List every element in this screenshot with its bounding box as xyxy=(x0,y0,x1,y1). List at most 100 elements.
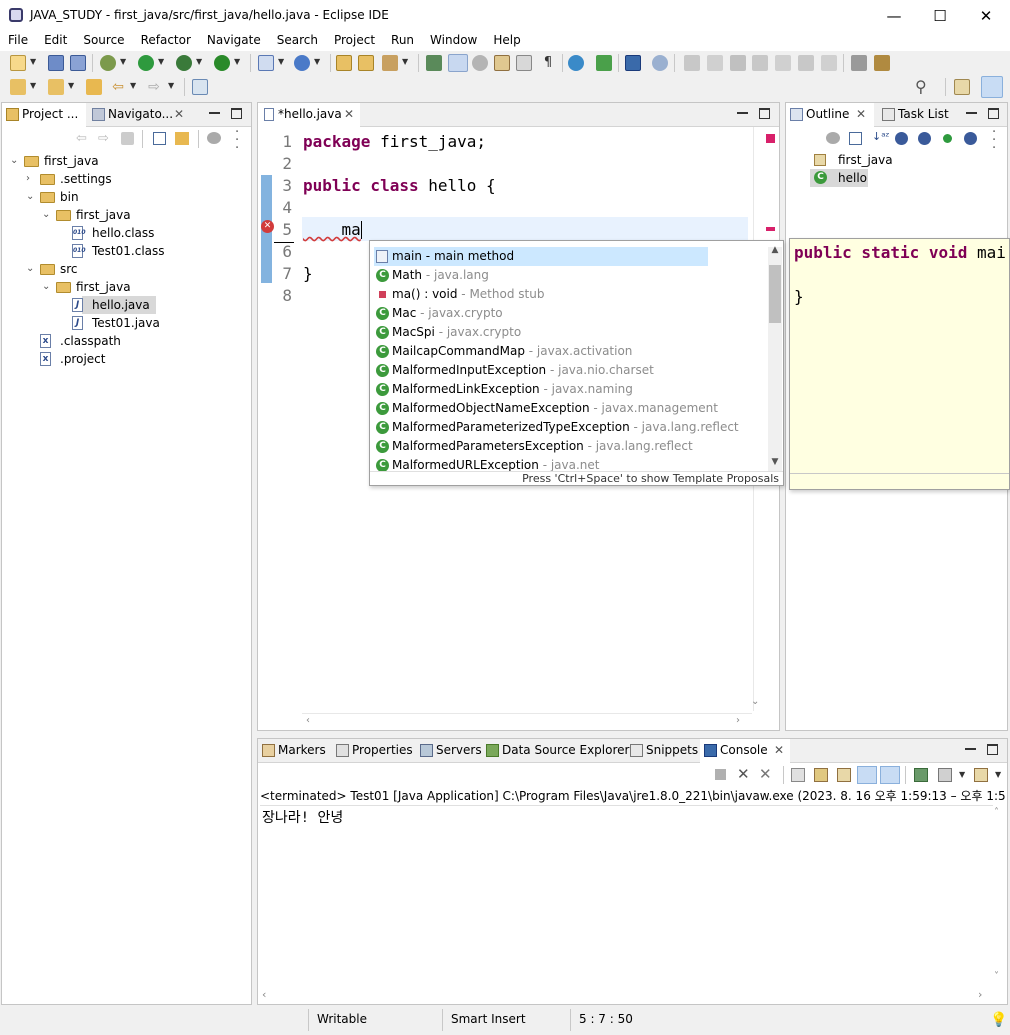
remove-launch-icon[interactable]: ✕ xyxy=(737,765,750,783)
tab-snippets[interactable]: Snippets xyxy=(626,739,698,763)
external-tools-dropdown-icon[interactable]: ▼ xyxy=(234,57,240,66)
new-icon[interactable] xyxy=(10,55,26,71)
proposal-item[interactable]: C MalformedParametersException - java.lan… xyxy=(374,437,708,456)
display-selected-console-icon[interactable] xyxy=(938,768,952,782)
display-console-dropdown-icon[interactable]: ▼ xyxy=(959,770,965,779)
show-on-stderr-icon[interactable] xyxy=(880,766,900,784)
minimize-button[interactable]: — xyxy=(871,0,917,31)
tree-item[interactable]: src xyxy=(60,260,78,278)
outline-item-class[interactable]: hello xyxy=(838,169,867,187)
console-vertical-scrollbar[interactable]: ˄ ˅ xyxy=(992,807,1006,989)
menu-run[interactable]: Run xyxy=(383,31,422,51)
external-tools-icon[interactable] xyxy=(214,55,230,71)
tree-item[interactable]: first_java xyxy=(76,206,131,224)
open-console-dropdown-icon[interactable]: ▼ xyxy=(995,770,1001,779)
menu-edit[interactable]: Edit xyxy=(36,31,75,51)
pin-console-icon[interactable] xyxy=(914,768,928,782)
chevron-down-icon[interactable]: ⌄ xyxy=(42,281,50,292)
open-task-icon[interactable] xyxy=(382,55,398,71)
tip-lightbulb-icon[interactable]: 💡 xyxy=(990,1012,1007,1028)
save-icon[interactable] xyxy=(48,55,64,71)
back-dropdown-icon[interactable]: ▼ xyxy=(130,81,136,90)
open-folder-icon[interactable] xyxy=(358,55,374,71)
search-icon[interactable]: ⚲ xyxy=(915,79,931,95)
scroll-down-icon[interactable]: ⌄ xyxy=(751,696,759,707)
focus-icon[interactable] xyxy=(826,132,840,144)
menu-file[interactable]: File xyxy=(0,31,36,51)
close-console-icon[interactable]: ✕ xyxy=(774,743,784,757)
code-line[interactable]: package first_java; xyxy=(303,132,486,151)
new-project-dropdown-icon[interactable]: ▼ xyxy=(278,57,284,66)
menu-search[interactable]: Search xyxy=(269,31,326,51)
scroll-left-icon[interactable]: ‹ xyxy=(262,988,266,1001)
open-type-icon[interactable] xyxy=(336,55,352,71)
horizontal-scrollbar[interactable]: ‹ › xyxy=(302,713,752,729)
run-dropdown-icon[interactable]: ▼ xyxy=(158,57,164,66)
highlight-occurrences-icon[interactable] xyxy=(448,54,468,72)
proposal-item[interactable]: C MailcapCommandMap - javax.activation xyxy=(374,342,708,361)
tree-item[interactable]: .classpath xyxy=(60,332,121,350)
run-last-icon[interactable] xyxy=(596,55,612,71)
tab-properties[interactable]: Properties xyxy=(332,739,416,763)
proposal-item[interactable]: C Mac - javax.crypto xyxy=(374,304,708,323)
coverage-icon[interactable] xyxy=(176,55,192,71)
skip-breakpoints-icon[interactable] xyxy=(652,55,668,71)
close-outline-icon[interactable]: ✕ xyxy=(856,107,866,121)
link-with-editor-icon[interactable] xyxy=(175,132,189,145)
maximize-view-icon[interactable] xyxy=(231,108,242,119)
hide-static-icon[interactable] xyxy=(918,132,931,145)
scroll-up-icon[interactable]: ˄ xyxy=(994,807,999,818)
proposal-item[interactable]: C MalformedParameterizedTypeException - j… xyxy=(374,418,739,437)
next-annotation-dropdown-icon[interactable]: ▼ xyxy=(30,81,36,90)
minimize-view-icon[interactable] xyxy=(209,108,220,114)
collapse-all-icon[interactable] xyxy=(849,132,862,145)
view-menu-icon[interactable]: · · · xyxy=(992,126,996,155)
step-into-icon[interactable] xyxy=(775,55,791,71)
chevron-right-icon[interactable]: › xyxy=(26,173,30,184)
web-browser-icon[interactable] xyxy=(568,55,584,71)
disconnect-icon[interactable] xyxy=(752,55,768,71)
new-java-project-icon[interactable] xyxy=(258,55,274,71)
tab-markers[interactable]: Markers xyxy=(258,739,330,763)
terminate-icon[interactable] xyxy=(730,55,746,71)
code-line[interactable]: public class hello { xyxy=(303,176,496,195)
use-step-filters-icon[interactable] xyxy=(851,55,867,71)
proposal-scrollbar[interactable]: ▲ ▼ xyxy=(768,245,782,471)
scroll-lock-icon[interactable] xyxy=(814,768,828,782)
sort-icon[interactable]: ↓ᵃᶻ xyxy=(872,130,890,143)
console-view-icon[interactable] xyxy=(625,55,641,71)
tab-project-explorer[interactable]: Project ... xyxy=(2,103,86,127)
block-selection-icon[interactable] xyxy=(494,55,510,71)
overview-error-indicator[interactable] xyxy=(766,134,775,143)
new-dropdown-icon[interactable]: ▼ xyxy=(30,57,36,66)
menu-source[interactable]: Source xyxy=(75,31,132,51)
close-button[interactable]: ✕ xyxy=(963,0,1009,31)
maximize-button[interactable]: ☐ xyxy=(917,0,963,31)
console-horizontal-scrollbar[interactable]: ‹ › xyxy=(260,988,990,1003)
minimize-outline-icon[interactable] xyxy=(966,108,977,114)
save-all-icon[interactable] xyxy=(70,55,86,71)
debug-dropdown-icon[interactable]: ▼ xyxy=(120,57,126,66)
back-icon[interactable]: ⇦ xyxy=(76,131,87,146)
scroll-up-icon[interactable]: ▲ xyxy=(768,245,782,255)
clear-console-icon[interactable] xyxy=(791,768,805,782)
tree-item[interactable]: first_java xyxy=(76,278,131,296)
scroll-left-icon[interactable]: ‹ xyxy=(306,715,310,726)
close-editor-icon[interactable]: ✕ xyxy=(344,107,354,121)
terminate-icon[interactable] xyxy=(715,769,726,780)
tab-servers[interactable]: Servers xyxy=(416,739,482,763)
scroll-down-icon[interactable]: ˅ xyxy=(994,971,999,982)
proposal-item[interactable]: C Math - java.lang xyxy=(374,266,708,285)
tree-item[interactable]: hello.java xyxy=(92,296,150,314)
proposal-item[interactable]: ma() : void - Method stub xyxy=(374,285,708,304)
tree-item[interactable]: bin xyxy=(60,188,79,206)
tree-item[interactable]: .project xyxy=(60,350,105,368)
maximize-console-icon[interactable] xyxy=(987,744,998,755)
tree-item[interactable]: Test01.class xyxy=(92,242,165,260)
next-annotation-icon[interactable] xyxy=(10,79,26,95)
proposal-item[interactable]: C MalformedLinkException - javax.naming xyxy=(374,380,708,399)
word-wrap-icon[interactable] xyxy=(837,768,851,782)
debug-icon[interactable] xyxy=(100,55,116,71)
proposal-item[interactable]: main - main method xyxy=(374,247,708,266)
maximize-editor-icon[interactable] xyxy=(759,108,770,119)
